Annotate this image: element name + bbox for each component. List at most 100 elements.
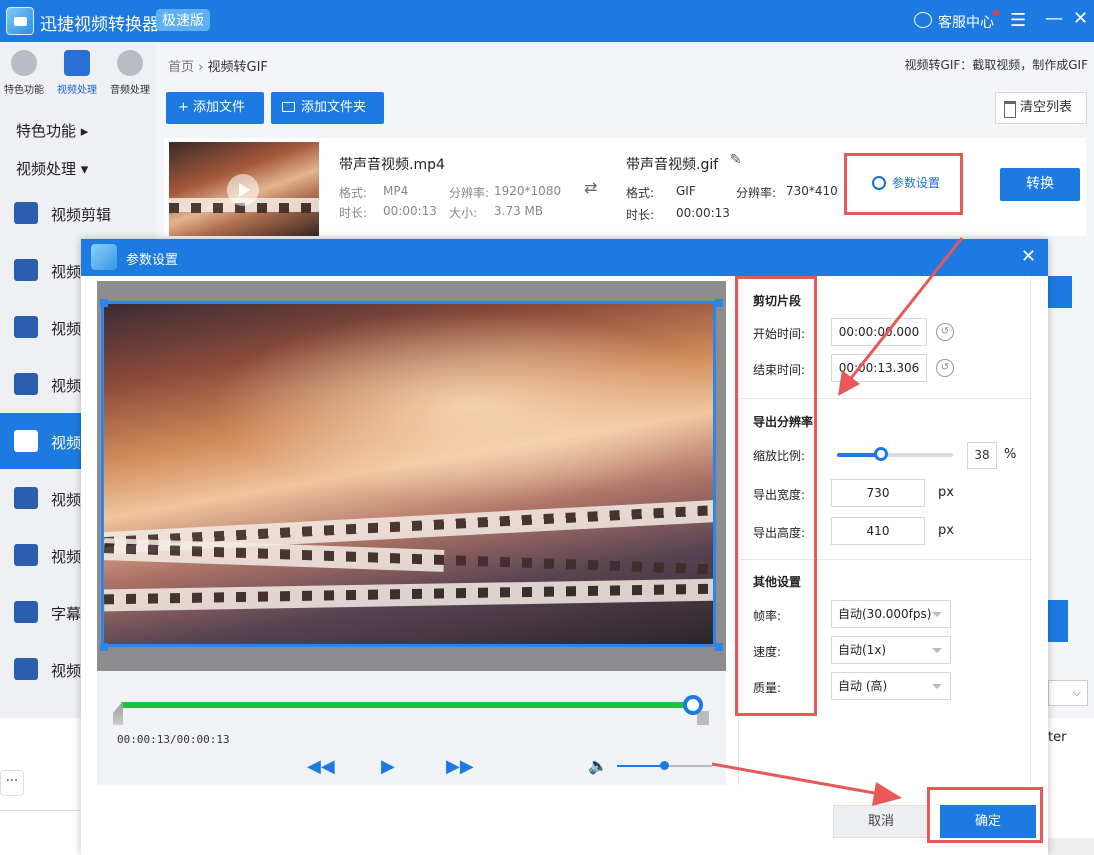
sidebar-item-label: 字幕 bbox=[51, 605, 82, 623]
sidebar-item-label: 视频 bbox=[51, 320, 82, 338]
play-icon[interactable]: ▶ bbox=[381, 756, 395, 777]
breadcrumb: 首页 › 视频转GIF bbox=[168, 56, 268, 75]
play-icon[interactable] bbox=[227, 174, 259, 206]
volume-icon[interactable]: 🔈 bbox=[588, 756, 608, 775]
app-edition-badge: 极速版 bbox=[156, 9, 210, 31]
crop-handle[interactable] bbox=[100, 299, 108, 307]
background-text: ter bbox=[1048, 730, 1067, 745]
playhead-knob[interactable] bbox=[683, 695, 703, 715]
output-resolution: 730*410 bbox=[786, 184, 838, 198]
sidebar-item-label: 视频 bbox=[51, 377, 82, 395]
sidebar-item-label: 视频 bbox=[51, 263, 82, 281]
scale-slider-knob[interactable] bbox=[874, 447, 889, 461]
sidebar-item-video-edit[interactable]: 视频剪辑 bbox=[0, 185, 156, 241]
resolution-label: 分辨率: bbox=[449, 186, 490, 200]
sidebar-section-features[interactable]: 特色功能 ▸ bbox=[16, 120, 88, 141]
height-input[interactable]: 410 bbox=[831, 517, 925, 545]
video-thumbnail[interactable] bbox=[169, 142, 319, 236]
source-resolution: 1920*1080 bbox=[494, 184, 562, 198]
reset-clock-icon[interactable]: ↺ bbox=[936, 323, 954, 341]
video-preview[interactable] bbox=[101, 301, 716, 647]
volume-slider[interactable] bbox=[617, 761, 712, 770]
sidebar-item-label: 视频 bbox=[51, 491, 82, 509]
pencil-icon[interactable]: ✎ bbox=[730, 152, 742, 168]
speed-select[interactable]: 自动(1x) bbox=[831, 636, 951, 664]
convert-arrow-icon: ⇄ bbox=[584, 178, 598, 197]
output-duration-label: 时长: bbox=[626, 208, 655, 222]
sidebar-item-label: 视频 bbox=[51, 662, 82, 680]
scale-input[interactable]: 38 bbox=[967, 442, 997, 469]
source-duration: 00:00:13 bbox=[383, 204, 437, 218]
sidebar-section-video[interactable]: 视频处理 ▾ bbox=[16, 158, 88, 179]
top-tab-label: 视频处理 bbox=[57, 85, 97, 96]
breadcrumb-separator: › bbox=[198, 60, 204, 75]
background-button bbox=[1048, 276, 1072, 308]
video-icon bbox=[14, 658, 38, 680]
width-input[interactable]: 730 bbox=[831, 479, 925, 507]
audio-icon bbox=[117, 50, 143, 76]
fast-forward-icon[interactable]: ▶▶ bbox=[446, 756, 474, 777]
highlight-frame bbox=[735, 276, 817, 716]
time-readout: 00:00:13/00:00:13 bbox=[117, 733, 230, 746]
crop-handle[interactable] bbox=[100, 643, 108, 651]
output-format: GIF bbox=[676, 184, 696, 198]
menu-icon[interactable]: ☰ bbox=[1010, 10, 1026, 31]
sidebar-item-label: 视频 bbox=[51, 434, 82, 452]
scissors-film-icon bbox=[14, 202, 38, 224]
start-time-input[interactable]: 00:00:00.000 bbox=[831, 318, 927, 346]
divider bbox=[0, 810, 80, 811]
output-format-label: 格式: bbox=[626, 186, 655, 200]
gif-icon bbox=[14, 430, 38, 452]
px-unit: px bbox=[938, 485, 954, 500]
trim-start-handle[interactable] bbox=[113, 701, 123, 725]
film-strip-decoration bbox=[104, 578, 713, 612]
folder-icon bbox=[282, 102, 295, 112]
sidebar-item-label: 视频 bbox=[51, 548, 82, 566]
chat-bubble-icon[interactable] bbox=[914, 12, 932, 28]
app-logo-icon bbox=[6, 7, 34, 35]
quality-select[interactable]: 自动 (高) bbox=[831, 672, 951, 700]
source-file-name: 带声音视频.mp4 bbox=[339, 157, 445, 173]
rewind-icon[interactable]: ◀◀ bbox=[307, 756, 335, 777]
crop-handle[interactable] bbox=[715, 299, 723, 307]
breadcrumb-home[interactable]: 首页 bbox=[168, 60, 194, 75]
minimize-icon[interactable]: — bbox=[1045, 8, 1063, 29]
film-strip-icon bbox=[14, 316, 38, 338]
customer-service-link[interactable]: 客服中心 bbox=[938, 12, 994, 32]
cancel-button[interactable]: 取消 bbox=[833, 805, 929, 838]
film-icon bbox=[64, 50, 90, 76]
percent-unit: % bbox=[1004, 447, 1017, 462]
person-icon bbox=[14, 259, 38, 281]
end-time-input[interactable]: 00:00:13.306 bbox=[831, 354, 927, 382]
close-icon[interactable]: ✕ bbox=[1021, 246, 1036, 267]
app-title: 迅捷视频转换器 bbox=[40, 15, 159, 35]
star-icon bbox=[11, 50, 37, 76]
fps-select[interactable]: 自动(30.000fps) bbox=[831, 600, 951, 628]
crop-handle[interactable] bbox=[715, 643, 723, 651]
top-tab-label: 音频处理 bbox=[110, 85, 150, 96]
clear-list-button[interactable]: 清空列表 bbox=[995, 92, 1087, 124]
reset-clock-icon[interactable]: ↺ bbox=[936, 359, 954, 377]
close-icon[interactable]: ✕ bbox=[1073, 8, 1088, 29]
size-label: 大小: bbox=[449, 206, 478, 220]
output-duration: 00:00:13 bbox=[676, 206, 730, 220]
more-button[interactable]: ··· bbox=[0, 770, 24, 796]
add-folder-button[interactable]: 添加文件夹 bbox=[271, 92, 384, 124]
convert-button[interactable]: 转换 bbox=[1000, 168, 1080, 201]
sidebar-item-label: 视频剪辑 bbox=[51, 206, 112, 224]
volume-knob[interactable] bbox=[660, 761, 669, 770]
video-image-icon bbox=[14, 487, 38, 509]
page-description: 视频转GIF：截取视频，制作成GIF bbox=[904, 58, 1088, 72]
output-file-name: 带声音视频.gif bbox=[626, 157, 719, 173]
timeline-track[interactable] bbox=[121, 702, 693, 708]
background-corner bbox=[1048, 838, 1094, 855]
add-file-button[interactable]: + 添加文件 bbox=[166, 92, 264, 124]
scale-slider[interactable] bbox=[837, 447, 953, 461]
top-tab-features[interactable]: 特色功能 bbox=[0, 50, 48, 96]
px-unit: px bbox=[938, 523, 954, 538]
video-music-icon bbox=[14, 373, 38, 395]
top-tab-video[interactable]: 视频处理 bbox=[53, 50, 101, 96]
top-tab-audio[interactable]: 音频处理 bbox=[106, 50, 154, 96]
format-label: 格式: bbox=[339, 186, 368, 200]
dialog-header: 参数设置 ✕ bbox=[81, 239, 1048, 276]
